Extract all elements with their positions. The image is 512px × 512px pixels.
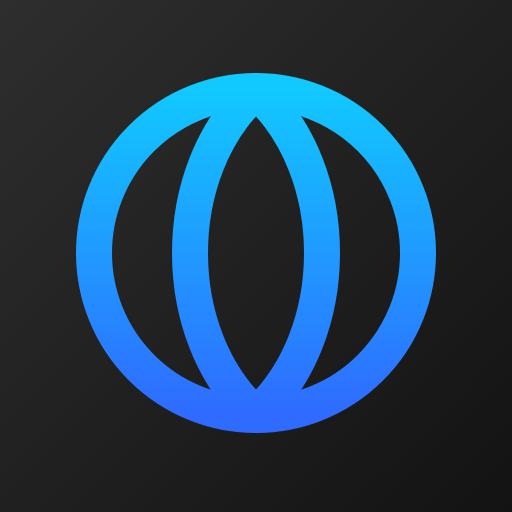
globe-icon [0, 0, 512, 512]
app-icon-background [0, 0, 512, 512]
